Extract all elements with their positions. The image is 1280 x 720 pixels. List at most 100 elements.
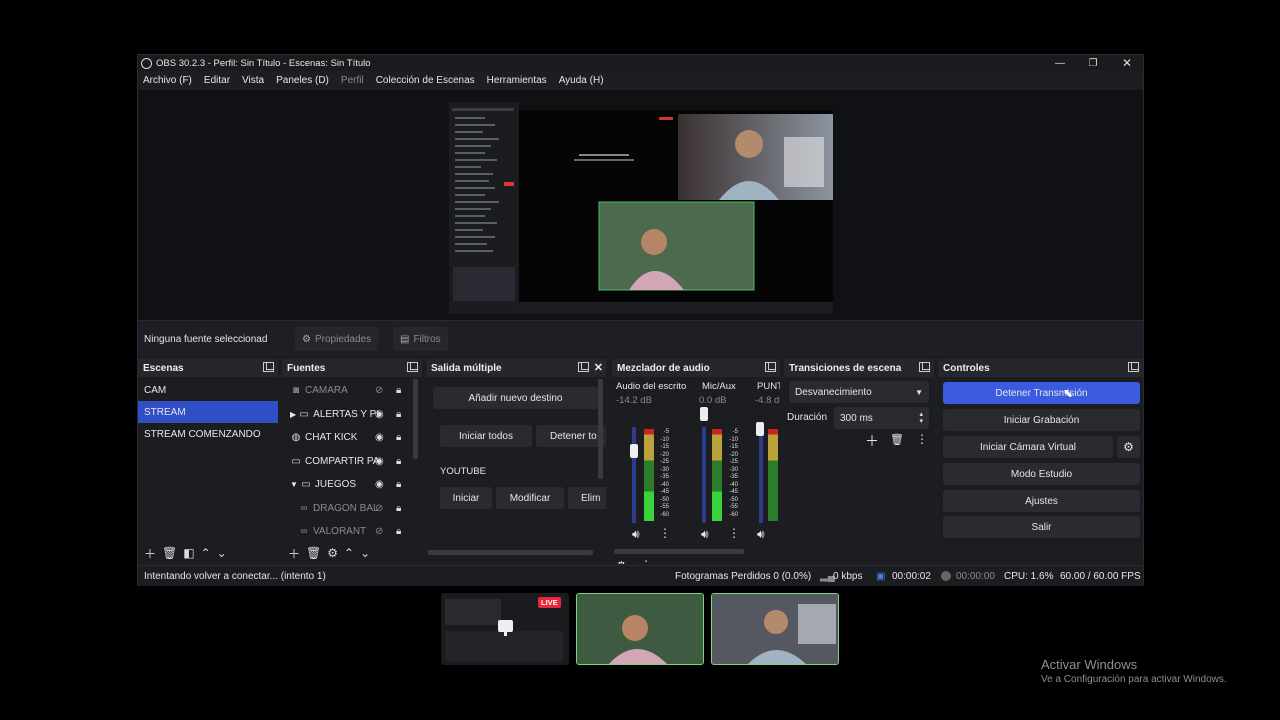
menu-archivo[interactable]: Archivo (F): [143, 75, 192, 86]
arrow-up-icon[interactable]: ⌃: [344, 546, 354, 560]
menu-vista[interactable]: Vista: [242, 75, 264, 86]
menu-herramientas[interactable]: Herramientas: [487, 75, 547, 86]
menu-ayuda[interactable]: Ayuda (H): [559, 75, 604, 86]
speaker-icon[interactable]: 🔊︎: [632, 527, 640, 542]
menu-coleccion[interactable]: Colección de Escenas: [376, 75, 475, 86]
menu-editar[interactable]: Editar: [204, 75, 230, 86]
start-all-button[interactable]: Iniciar todos: [440, 425, 532, 447]
dock-undock-icon[interactable]: [578, 362, 589, 372]
lock-icon[interactable]: 🔒︎: [396, 526, 401, 537]
source-row[interactable]: ◙ CAMARA ⊘ 🔒︎: [282, 379, 414, 403]
close-icon[interactable]: ✕: [1110, 55, 1144, 71]
source-row[interactable]: ▶ ▭ ALERTAS Y PI ◉ 🔒︎: [282, 403, 414, 427]
dock-undock-icon[interactable]: [765, 362, 776, 372]
duration-input[interactable]: 300 ms ▴ ▾: [834, 407, 929, 429]
kebab-menu-icon[interactable]: ⋮: [728, 526, 740, 540]
eye-icon[interactable]: ◉: [375, 456, 384, 467]
chevron-down-icon[interactable]: ▼: [290, 480, 298, 489]
kebab-menu-icon[interactable]: ⋮: [659, 526, 671, 540]
scrollbar[interactable]: [598, 379, 603, 479]
eye-hidden-icon[interactable]: ⊘: [375, 526, 383, 537]
eye-hidden-icon[interactable]: ⊘: [375, 385, 383, 396]
spin-arrows-icon[interactable]: ▴ ▾: [919, 411, 923, 425]
scrollbar[interactable]: [413, 379, 418, 459]
lock-icon[interactable]: 🔒︎: [396, 503, 401, 514]
lock-icon[interactable]: 🔒︎: [396, 409, 401, 420]
volume-knob[interactable]: [756, 422, 764, 436]
chevron-right-icon[interactable]: ▶: [290, 410, 296, 419]
add-icon[interactable]: ＋: [865, 431, 879, 451]
source-label: DRAGON BAL: [313, 502, 379, 514]
taskbar-thumbnail-cam[interactable]: [576, 593, 704, 665]
add-icon[interactable]: ＋: [144, 545, 156, 562]
modify-button[interactable]: Modificar: [496, 487, 564, 509]
transition-select[interactable]: Desvanecimiento ▼: [789, 381, 929, 403]
scene-item-cam[interactable]: CAM: [138, 379, 278, 401]
add-icon[interactable]: ＋: [288, 545, 300, 562]
speaker-icon[interactable]: 🔊︎: [701, 527, 709, 542]
lock-icon[interactable]: 🔒︎: [396, 456, 401, 467]
source-label: CAMARA: [305, 385, 348, 397]
filter-icon[interactable]: ◧: [183, 546, 194, 560]
scene-item-stream[interactable]: STREAM: [138, 401, 278, 423]
virtual-camera-button[interactable]: Iniciar Cámara Virtual: [943, 436, 1113, 458]
channel-db: 0.0 dB: [699, 395, 727, 406]
arrow-down-icon[interactable]: ⌄: [217, 546, 227, 560]
kebab-menu-icon[interactable]: ⋮: [640, 558, 652, 564]
lock-icon[interactable]: 🔒︎: [396, 385, 401, 396]
close-icon[interactable]: ✕: [594, 361, 603, 374]
horizontal-scrollbar[interactable]: [428, 550, 593, 555]
source-row[interactable]: ▼ ▭ JUEGOS ◉ 🔒︎: [282, 473, 414, 497]
lock-icon[interactable]: 🔒︎: [396, 479, 401, 490]
properties-button[interactable]: ⚙ Propiedades: [295, 327, 379, 351]
trash-icon[interactable]: 🗑: [306, 546, 321, 560]
dock-undock-icon[interactable]: [1128, 362, 1139, 372]
filters-button[interactable]: ▤ Filtros: [393, 327, 448, 351]
gear-icon[interactable]: ⚙: [616, 559, 627, 564]
menu-paneles[interactable]: Paneles (D): [276, 75, 329, 86]
eye-icon[interactable]: ◉: [375, 479, 384, 490]
taskbar-thumbnail-stream[interactable]: [711, 593, 839, 665]
settings-button[interactable]: Ajustes: [943, 490, 1140, 512]
source-row[interactable]: ∞ DRAGON BAL ⊘ 🔒︎: [282, 497, 414, 521]
preview-area[interactable]: [138, 90, 1143, 320]
volume-slider[interactable]: [632, 427, 636, 523]
dock-undock-icon[interactable]: [263, 362, 274, 372]
exit-button[interactable]: Salir: [943, 516, 1140, 538]
dock-undock-icon[interactable]: [919, 362, 930, 372]
minimize-icon[interactable]: —: [1043, 55, 1077, 71]
volume-slider[interactable]: [702, 427, 706, 523]
start-button[interactable]: Iniciar: [440, 487, 492, 509]
dock-undock-icon[interactable]: [407, 362, 418, 372]
start-recording-button[interactable]: Iniciar Grabación: [943, 409, 1140, 431]
source-row[interactable]: ◍ CHAT KICK ◉ 🔒︎: [282, 426, 414, 450]
delete-button[interactable]: Elim: [568, 487, 606, 509]
virtual-camera-settings-gear-icon[interactable]: ⚙: [1117, 436, 1140, 458]
menu-perfil[interactable]: Perfil: [341, 75, 364, 86]
volume-knob[interactable]: [630, 444, 638, 458]
arrow-up-icon[interactable]: ⌃: [201, 546, 211, 560]
trash-icon[interactable]: 🗑: [890, 433, 904, 446]
studio-mode-button[interactable]: Modo Estudio: [943, 463, 1140, 485]
stop-stream-button[interactable]: Detener Transmisión: [943, 382, 1140, 404]
arrow-down-icon[interactable]: ⌄: [360, 546, 370, 560]
source-row[interactable]: ▭ COMPARTIR PA ◉ 🔒︎: [282, 450, 414, 474]
volume-slider[interactable]: [759, 427, 763, 523]
scene-item-stream-comenzando[interactable]: STREAM COMENZANDO: [138, 423, 278, 445]
kebab-menu-icon[interactable]: ⋮: [916, 432, 928, 446]
restore-icon[interactable]: ❐: [1076, 55, 1110, 71]
speaker-icon[interactable]: 🔊︎: [757, 527, 765, 542]
stop-all-button[interactable]: Detener to: [536, 425, 606, 447]
add-destination-button[interactable]: Añadir nuevo destino: [433, 387, 598, 409]
trash-icon[interactable]: 🗑: [162, 546, 177, 560]
volume-knob[interactable]: [700, 407, 708, 421]
preview-canvas[interactable]: [449, 102, 833, 314]
source-row[interactable]: ∞ VALORANT ⊘ 🔒︎: [282, 520, 414, 544]
gear-icon[interactable]: ⚙: [327, 546, 338, 560]
lock-icon[interactable]: 🔒︎: [396, 432, 401, 443]
eye-icon[interactable]: ◉: [375, 409, 384, 420]
eye-hidden-icon[interactable]: ⊘: [375, 503, 383, 514]
taskbar-thumbnail-obs[interactable]: LIVE: [441, 593, 569, 665]
eye-icon[interactable]: ◉: [375, 432, 384, 443]
horizontal-scrollbar[interactable]: [614, 549, 744, 554]
